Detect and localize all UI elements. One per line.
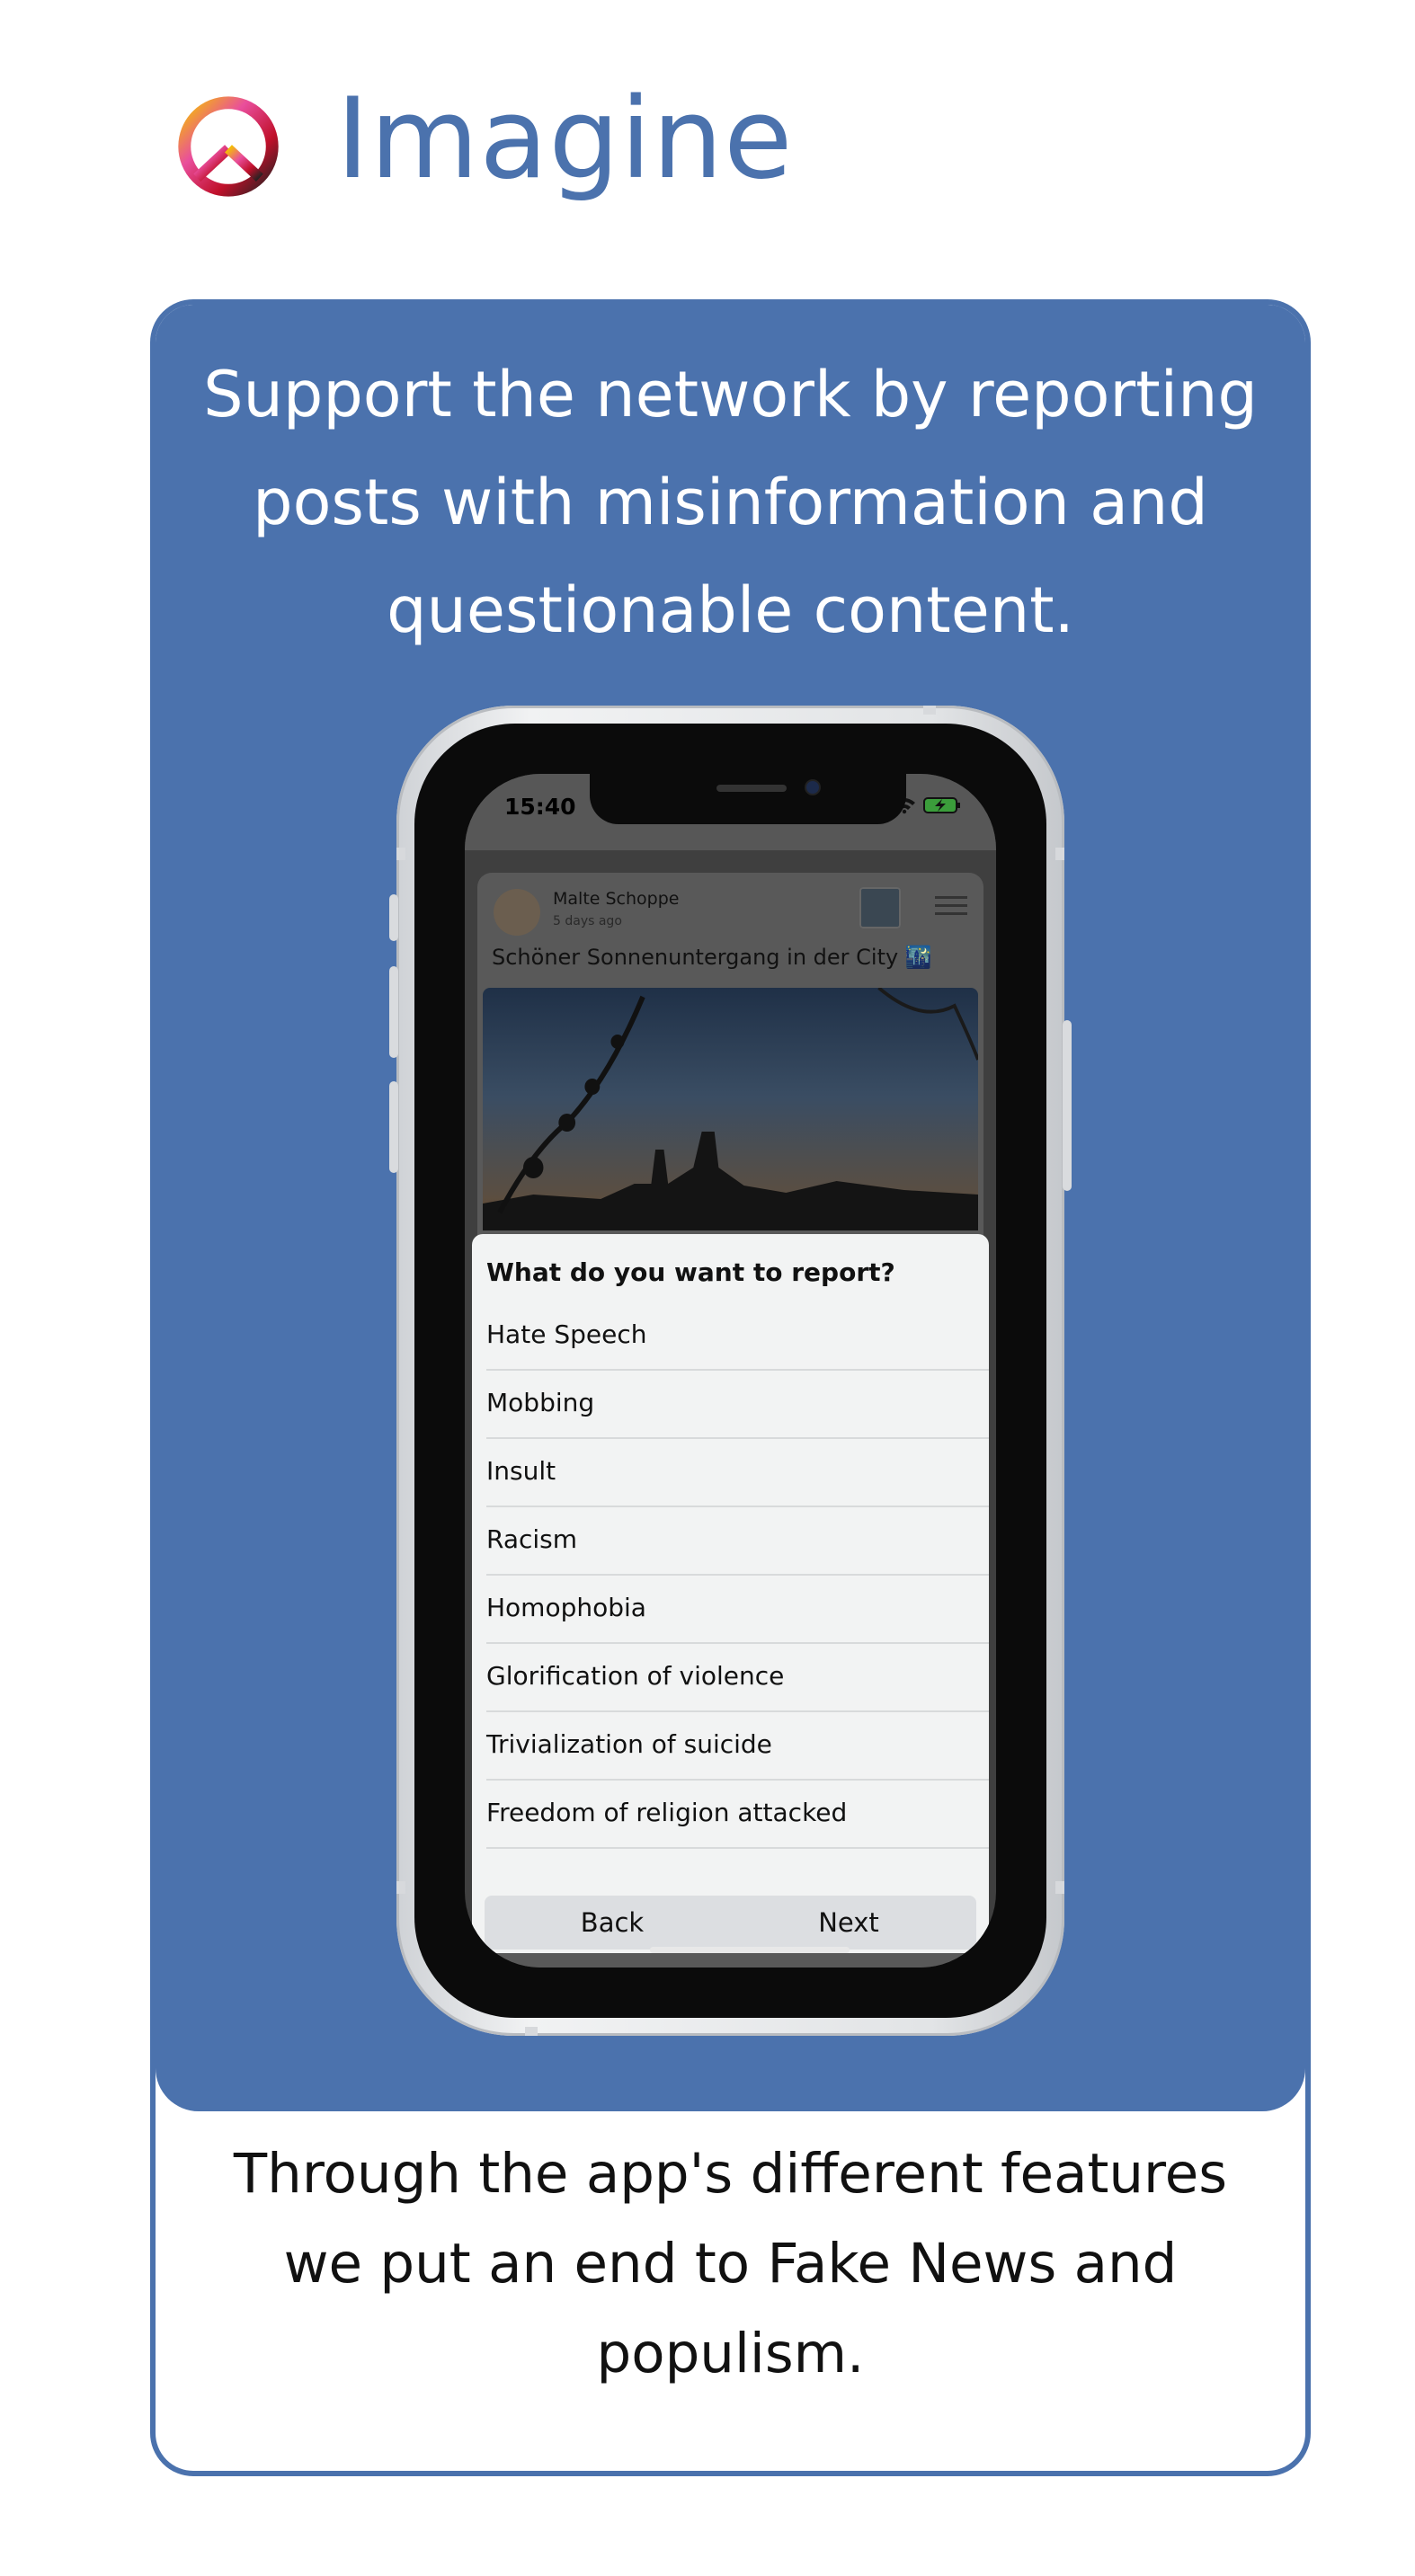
- promo-footer: Through the app's different features we …: [233, 2142, 1228, 2385]
- front-camera: [806, 781, 819, 794]
- speaker: [716, 785, 787, 792]
- post-timestamp: 5 days ago: [553, 914, 622, 928]
- avatar[interactable]: [494, 889, 540, 936]
- post-image[interactable]: [483, 986, 980, 1230]
- phone-screen: 15:40 Malte Schoppe 5 days ago Schöner S…: [465, 774, 996, 1968]
- next-button[interactable]: Next: [721, 1896, 976, 1950]
- report-option[interactable]: Homophobia: [486, 1574, 989, 1644]
- app-title: Imagine: [336, 75, 794, 204]
- menu-icon[interactable]: [935, 891, 967, 918]
- report-dialog-title: What do you want to report?: [486, 1257, 895, 1287]
- power-button: [1063, 1020, 1072, 1191]
- phone-notch: [590, 774, 906, 824]
- phone-bezel: 15:40 Malte Schoppe 5 days ago Schöner S…: [414, 724, 1046, 2018]
- report-option[interactable]: Racism: [486, 1506, 989, 1576]
- home-indicator[interactable]: [650, 1947, 850, 1953]
- back-button[interactable]: Back: [485, 1896, 740, 1950]
- post-author[interactable]: Malte Schoppe: [553, 889, 679, 909]
- report-dialog: What do you want to report? Hate Speech …: [472, 1234, 989, 1953]
- report-option[interactable]: Glorification of violence: [486, 1642, 989, 1712]
- app-header: Imagine: [176, 75, 895, 220]
- report-option[interactable]: Mobbing: [486, 1369, 989, 1439]
- report-option[interactable]: Insult: [486, 1437, 989, 1507]
- status-time: 15:40: [504, 794, 576, 820]
- peace-sign-icon: [178, 96, 279, 197]
- report-option[interactable]: Hate Speech: [486, 1301, 989, 1371]
- post-text: Schöner Sonnenuntergang in der City 🌃: [492, 945, 932, 970]
- volume-up-button: [389, 966, 398, 1058]
- mute-switch: [389, 894, 398, 941]
- promo-headline: Support the network by reporting posts w…: [203, 358, 1258, 647]
- report-option[interactable]: Freedom of religion attacked: [486, 1779, 989, 1849]
- phone-mockup: 15:40 Malte Schoppe 5 days ago Schöner S…: [389, 706, 1072, 2036]
- report-option[interactable]: Trivialization of suicide: [486, 1710, 989, 1781]
- volume-down-button: [389, 1081, 398, 1173]
- post-thumbnail[interactable]: [859, 887, 901, 928]
